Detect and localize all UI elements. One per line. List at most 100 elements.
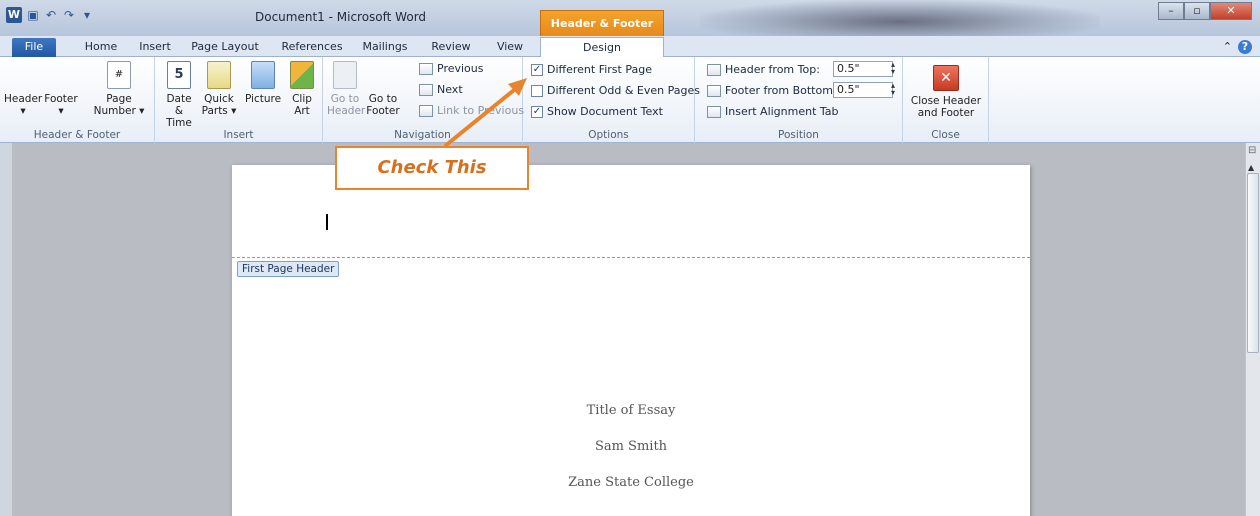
dropdown-icon: ▾ [58, 105, 64, 117]
tab-view[interactable]: View [490, 38, 530, 57]
link-to-previous-button[interactable]: Link to Previous [419, 104, 524, 117]
dropdown-icon: ▾ [20, 105, 26, 117]
different-first-page-option[interactable]: ✓ Different First Page [531, 63, 652, 76]
footer-from-bottom-input[interactable]: 0.5" [833, 82, 893, 98]
essay-title[interactable]: Title of Essay [232, 403, 1030, 418]
link-previous-label: Link to Previous [437, 104, 525, 117]
close-label-1: Close Header [910, 95, 982, 107]
word-app-icon[interactable]: W [6, 7, 22, 23]
tab-review[interactable]: Review [426, 38, 476, 57]
show-document-text-option[interactable]: ✓ Show Document Text [531, 105, 663, 118]
group-label: Insert [223, 129, 254, 141]
picture-icon [251, 61, 275, 89]
tab-mailings[interactable]: Mailings [358, 38, 412, 57]
header-label: Header [4, 93, 43, 105]
previous-label: Previous [437, 62, 484, 75]
alignment-tab-icon [707, 105, 721, 118]
show-document-text-checkbox[interactable]: ✓ [531, 105, 543, 118]
window-title: Document1 - Microsoft Word [255, 10, 427, 24]
different-odd-even-label: Different Odd & Even Pages [547, 84, 700, 97]
undo-icon[interactable]: ↶ [44, 8, 58, 22]
save-icon[interactable]: ▣ [26, 8, 40, 22]
help-icon[interactable]: ? [1238, 40, 1252, 54]
show-document-text-label: Show Document Text [547, 105, 663, 118]
author-name[interactable]: Sam Smith [232, 439, 1030, 454]
scroll-up-icon[interactable]: ▲ [1248, 163, 1254, 172]
tab-design[interactable]: Design [540, 37, 664, 58]
date-label-1: Date [166, 93, 192, 105]
insert-alignment-tab-label: Insert Alignment Tab [725, 105, 839, 118]
quick-label-2: Parts [201, 105, 228, 117]
header-spin-arrows-icon[interactable]: ▴ ▾ [888, 61, 898, 77]
contextual-tab-label: Header & Footer Tools [540, 10, 664, 56]
ribbon: Header ▾ Footer ▾ # Page Number ▾ Header… [0, 57, 1260, 254]
maximize-button[interactable]: ▫ [1184, 2, 1210, 20]
picture-button[interactable]: Picture [241, 61, 285, 105]
previous-button[interactable]: Previous [419, 62, 484, 75]
go-to-footer-button[interactable]: Go to Footer [365, 61, 627, 254]
check-this-callout: Check This [335, 146, 529, 190]
footer-position-icon [707, 84, 721, 97]
next-icon [419, 83, 433, 96]
college-name[interactable]: Zane State College [232, 475, 1030, 490]
header-button[interactable]: Header ▾ [4, 61, 267, 254]
different-odd-even-option[interactable]: Different Odd & Even Pages [531, 84, 700, 97]
redo-icon[interactable]: ↷ [62, 8, 76, 22]
tab-insert[interactable]: Insert [134, 38, 176, 57]
title-bar: W ▣ ↶ ↷ ▾ Document1 - Microsoft Word Hea… [0, 0, 1260, 56]
customize-qat-icon[interactable]: ▾ [80, 8, 94, 22]
date-time-button[interactable]: 5 Date & Time [161, 61, 197, 129]
previous-icon [419, 62, 433, 75]
document-page[interactable]: First Page Header Title of Essay Sam Smi… [232, 165, 1030, 516]
insert-alignment-tab-button[interactable]: Insert Alignment Tab [707, 105, 839, 118]
group-position: Header from Top: 0.5" ▴ ▾ Footer from Bot… [695, 57, 903, 143]
go-to-header-button[interactable]: Go to Header [327, 61, 366, 117]
group-label: Header & Footer [33, 129, 121, 141]
group-label: Navigation [394, 129, 451, 141]
different-first-page-checkbox[interactable]: ✓ [531, 63, 543, 76]
view-ruler-icon[interactable]: ⊟ [1248, 145, 1256, 156]
quick-parts-button[interactable]: Quick Parts ▾ [199, 61, 239, 117]
minimize-button[interactable]: – [1158, 2, 1184, 20]
close-label-2: and Footer [917, 107, 975, 119]
group-label: Options [588, 129, 629, 141]
header-from-top-label: Header from Top: [725, 63, 820, 76]
help-area: ⌃ ? [1223, 40, 1252, 54]
header-from-top-input[interactable]: 0.5" [833, 61, 893, 77]
close-header-footer-button[interactable]: ✕ Close Header and Footer [909, 65, 983, 119]
tab-home[interactable]: Home [78, 38, 124, 57]
footer-button[interactable]: Footer ▾ [42, 61, 305, 254]
goto-footer-label-1: Go to [368, 93, 398, 105]
close-window-button[interactable]: ✕ [1210, 2, 1252, 20]
footer-from-bottom-label-row: Footer from Bottom: [707, 84, 837, 97]
scrollbar-thumb[interactable] [1247, 173, 1259, 353]
picture-label: Picture [244, 93, 282, 105]
tab-page-layout[interactable]: Page Layout [188, 38, 262, 57]
date-label-2: & Time [166, 105, 192, 129]
calendar-icon: 5 [167, 61, 191, 89]
tab-references[interactable]: References [278, 38, 346, 57]
group-header-footer: Header ▾ Footer ▾ # Page Number ▾ Header… [0, 57, 305, 254]
vertical-scrollbar[interactable]: ⊟ ▲ [1245, 143, 1260, 516]
group-close: ✕ Close Header and Footer Close [903, 57, 989, 143]
page-number-button[interactable]: # Page Number ▾ [92, 61, 146, 117]
different-odd-even-checkbox[interactable] [531, 84, 543, 97]
group-label: Position [778, 129, 819, 141]
footer-spin-arrows-icon[interactable]: ▴ ▾ [888, 82, 898, 98]
page-number-label-2: Number [93, 105, 136, 117]
minimize-ribbon-icon[interactable]: ⌃ [1223, 40, 1232, 54]
goto-footer-label-2: Footer [366, 105, 400, 117]
clip-art-button[interactable]: Clip Art [287, 61, 317, 117]
clip-label-2: Art [294, 105, 310, 117]
goto-header-label-1: Go to [330, 93, 360, 105]
dropdown-icon: ▾ [231, 105, 237, 117]
group-options: ✓ Different First Page Different Odd & E… [523, 57, 700, 143]
tab-file[interactable]: File [12, 38, 56, 57]
footer-from-bottom-label: Footer from Bottom: [725, 84, 837, 97]
window-controls: – ▫ ✕ [1158, 2, 1252, 20]
go-to-header-icon [333, 61, 357, 89]
next-button[interactable]: Next [419, 83, 463, 96]
title-glass [700, 0, 1100, 36]
clip-art-icon [290, 61, 314, 89]
goto-header-label-2: Header [327, 105, 366, 117]
